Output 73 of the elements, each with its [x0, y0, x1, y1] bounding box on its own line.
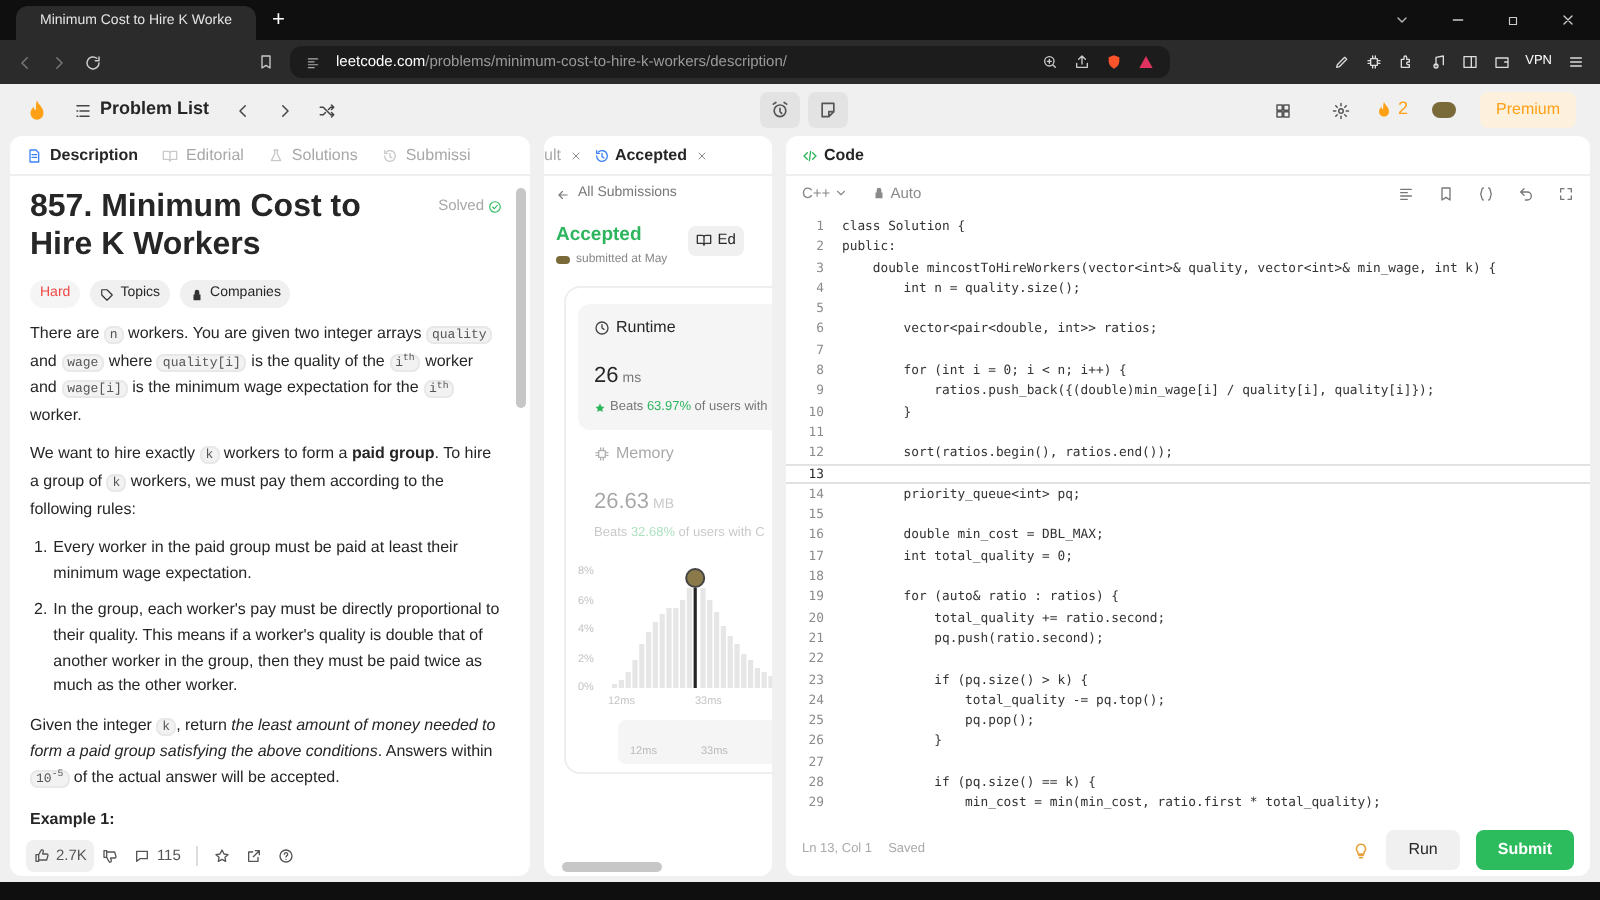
clock-icon [594, 319, 610, 336]
panel-tab[interactable]: Accepted [594, 143, 709, 167]
chevron-down-icon[interactable] [1394, 12, 1410, 28]
bookmark-icon[interactable] [258, 54, 274, 70]
shuffle-icon[interactable] [317, 101, 336, 119]
forward-icon[interactable] [50, 53, 68, 71]
menu-icon[interactable] [1568, 54, 1584, 70]
rule-text: Every worker in the paid group must be paid at least their minimum wage expectation. [53, 536, 460, 586]
book-icon [695, 232, 712, 248]
pen-icon[interactable] [1333, 54, 1350, 70]
thumbs-up-icon [34, 848, 50, 864]
code-icon [802, 147, 818, 163]
star-icon[interactable] [214, 848, 231, 864]
list-icon [74, 101, 92, 119]
scrollbar-thumb[interactable] [562, 861, 662, 871]
problem-list-button[interactable]: Problem List [74, 96, 210, 124]
timer-button[interactable] [760, 92, 801, 128]
braces-icon[interactable] [1478, 185, 1494, 201]
reload-icon[interactable] [84, 53, 102, 71]
metric-value: 26.63 [594, 489, 650, 513]
undo-icon[interactable] [1518, 185, 1534, 201]
sidebar-icon[interactable] [1461, 54, 1478, 70]
metric-title: Memory [616, 441, 674, 465]
fire-icon [1373, 100, 1394, 120]
book-icon [162, 147, 179, 163]
help-icon[interactable] [278, 848, 295, 864]
share-icon[interactable] [1074, 54, 1090, 70]
zoom-icon[interactable] [1042, 54, 1058, 70]
notes-button[interactable] [808, 92, 849, 128]
new-tab-button[interactable]: + [272, 3, 285, 37]
history-icon [594, 147, 611, 163]
panel-tab[interactable]: Description [26, 143, 139, 167]
code-tab[interactable]: Code [802, 143, 864, 167]
music-icon[interactable] [1429, 54, 1446, 70]
chevron-down-icon [834, 186, 849, 200]
back-arrow-icon [556, 187, 570, 202]
triangle-icon[interactable] [1138, 54, 1154, 70]
settings-icon[interactable] [1331, 101, 1350, 119]
shield-icon[interactable] [1106, 54, 1122, 70]
comment-icon [134, 848, 151, 864]
problem-title: 857. Minimum Cost to Hire K Workers [30, 188, 363, 264]
run-button[interactable]: Run [1386, 830, 1460, 870]
wallet-icon[interactable] [1493, 54, 1510, 70]
chip-icon [594, 445, 610, 461]
document-icon [26, 147, 42, 163]
external-link-icon[interactable] [246, 848, 263, 864]
close-icon [696, 149, 709, 161]
avatar-placeholder [556, 256, 570, 265]
rule-text: In the group, each worker's pay must be directly proportional to their quality. This means if a worker's quality is double that of another worker in the group, then they must be paid twice as much as the other worker. [53, 598, 502, 699]
close-icon [570, 149, 583, 161]
format-icon[interactable] [1398, 185, 1414, 201]
grid-icon[interactable] [1273, 101, 1292, 119]
thumbs-down-icon[interactable] [102, 848, 119, 864]
list-number: 1. [34, 536, 48, 561]
back-icon[interactable] [16, 53, 34, 71]
previous-icon[interactable] [233, 101, 252, 119]
puzzle-icon[interactable] [1397, 54, 1414, 70]
close-icon[interactable] [1560, 12, 1576, 28]
maximize-icon[interactable] [1506, 13, 1520, 27]
expand-icon[interactable] [1558, 185, 1574, 201]
verdict-text: Accepted [556, 221, 644, 249]
flask-icon [267, 147, 284, 163]
tag-icon [100, 287, 115, 301]
bookmark-icon[interactable] [1438, 185, 1454, 201]
avatar-placeholder[interactable] [1432, 102, 1456, 118]
metric-title: Runtime [616, 315, 676, 340]
example-heading: Example 1: [30, 807, 117, 832]
note-icon [818, 100, 839, 120]
list-number: 2. [34, 598, 48, 623]
history-icon [381, 147, 398, 163]
alarm-icon [770, 100, 791, 120]
metric-value: 26 [594, 363, 619, 388]
scrollbar-thumb[interactable] [516, 188, 526, 408]
